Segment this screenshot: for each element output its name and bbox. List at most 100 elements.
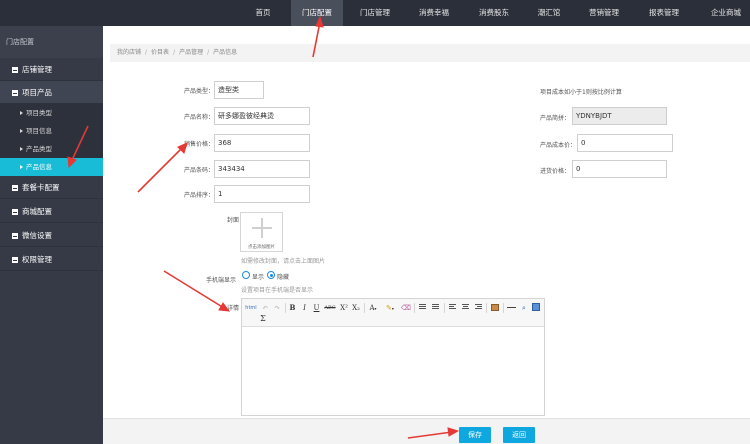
back-button[interactable]: 返回 (503, 427, 535, 443)
editor-toolbar: html ↶ ↷ B I U ABC X² X₂ A▾ ✎▾ ⌫ ⌕ Σ (242, 299, 544, 327)
toolbar-separator (364, 303, 365, 313)
product-type-field[interactable]: 造型类 (214, 81, 264, 99)
sidebar-item-product-info[interactable]: 产品信息 (0, 158, 103, 176)
highlight-icon[interactable]: ✎▾ (384, 303, 396, 313)
topnav-trend-hall[interactable]: 潮汇馆 (534, 0, 564, 26)
purchase-price-label: 进货价格： (540, 168, 571, 175)
mobile-hide-label: 隐藏 (277, 274, 290, 281)
product-name-field[interactable]: 研多娜盈彼经典烫 (214, 107, 310, 125)
breadcrumb-item: 产品信息 (213, 49, 238, 56)
image-icon[interactable] (491, 304, 499, 311)
html-source-icon[interactable]: html (245, 303, 257, 313)
sidebar-item-label: 项目信息 (26, 127, 52, 135)
cost-price-label: 产品成本价： (540, 142, 577, 149)
topnav-enterprise-mall[interactable]: 企业商城 (704, 0, 748, 26)
breadcrumb-separator: / (207, 49, 210, 56)
topnav-reports[interactable]: 报表管理 (644, 0, 684, 26)
sidebar-group-package-card[interactable]: 套餐卡配置 (0, 176, 103, 199)
sale-price-field[interactable]: 368 (214, 134, 310, 152)
mobile-hide-radio[interactable] (267, 271, 275, 279)
bold-icon[interactable]: B (288, 303, 297, 313)
dropdown-arrow-icon: ▾ (374, 306, 377, 311)
undo-icon[interactable]: ↶ (260, 303, 270, 313)
arrow-sale-price (137, 146, 184, 193)
sidebar-group-label: 权限管理 (22, 255, 52, 264)
align-right-icon[interactable] (475, 304, 482, 311)
toolbar-separator (414, 303, 415, 313)
product-code-label: 产品简拼： (540, 115, 571, 122)
toolbar-separator (486, 303, 487, 313)
sidebar-group-label: 套餐卡配置 (22, 183, 60, 192)
sort-field[interactable]: 1 (214, 185, 310, 203)
breadcrumb-item[interactable]: 产品管理 (179, 49, 203, 56)
topnav-home[interactable]: 首页 (248, 0, 278, 26)
topnav-store-config[interactable]: 门店配置 (291, 0, 343, 26)
barcode-field[interactable]: 343434 (214, 160, 310, 178)
topnav-consume-shareholder[interactable]: 消费股东 (474, 0, 514, 26)
underline-icon[interactable]: U (312, 303, 321, 313)
sidebar-item-label: 产品信息 (26, 163, 52, 171)
breadcrumb: 我的店铺 / 价目表 / 产品管理 / 产品信息 (110, 44, 750, 62)
strikethrough-icon[interactable]: ABC (324, 303, 336, 313)
ordered-list-icon[interactable] (419, 304, 426, 311)
sidebar-group-mall[interactable]: 商城配置 (0, 200, 103, 223)
align-center-icon[interactable] (462, 304, 469, 311)
sort-label: 产品排序： (184, 192, 215, 199)
sidebar-group-label: 店铺管理 (22, 65, 52, 74)
product-type-label: 产品类型： (184, 88, 215, 95)
breadcrumb-item[interactable]: 我的店铺 (117, 49, 141, 56)
plus-square-icon (12, 209, 18, 215)
subscript-icon[interactable]: X₂ (351, 303, 361, 313)
topnav-consume-happiness[interactable]: 消费幸福 (414, 0, 454, 26)
search-icon[interactable]: ⌕ (519, 303, 529, 313)
superscript-icon[interactable]: X² (339, 303, 349, 313)
unordered-list-icon[interactable] (432, 304, 439, 311)
topnav-marketing[interactable]: 营销管理 (584, 0, 624, 26)
sidebar-item-label: 项目类型 (26, 109, 52, 117)
sidebar-group-permissions[interactable]: 权限管理 (0, 248, 103, 271)
breadcrumb-item[interactable]: 价目表 (151, 49, 169, 56)
sidebar-group-products[interactable]: 项目产品 (0, 81, 103, 104)
sidebar-title: 门店配置 (0, 26, 103, 58)
caret-right-icon (20, 147, 23, 151)
toolbar-separator (285, 303, 286, 313)
mobile-display-label: 手机端显示 (206, 277, 237, 284)
top-navbar: 首页 门店配置 门店管理 消费幸福 消费股东 潮汇馆 营销管理 报表管理 企业商… (0, 0, 750, 26)
plus-icon-bar (252, 227, 272, 229)
detail-label: 详情 (227, 305, 240, 312)
sidebar-group-store[interactable]: 店铺管理 (0, 58, 103, 81)
horizontal-rule-icon[interactable] (507, 307, 516, 308)
cost-note: 项目成本如小于1则按比例计算 (540, 89, 622, 96)
font-color-icon[interactable]: A▾ (367, 303, 379, 313)
rich-text-editor[interactable]: html ↶ ↷ B I U ABC X² X₂ A▾ ✎▾ ⌫ ⌕ Σ (241, 298, 545, 416)
plus-square-icon (12, 233, 18, 239)
sidebar-group-label: 微信设置 (22, 231, 52, 240)
italic-icon[interactable]: I (300, 303, 309, 313)
cover-upload-text: 点击添加图片 (248, 245, 275, 250)
save-button[interactable]: 保存 (459, 427, 491, 443)
product-name-label: 产品名称： (184, 114, 215, 121)
caret-right-icon (20, 129, 23, 133)
sigma-icon[interactable]: Σ (258, 314, 268, 324)
cost-price-field[interactable]: 0 (577, 134, 673, 152)
cover-upload[interactable]: 点击添加图片 (240, 212, 283, 252)
caret-right-icon (20, 111, 23, 115)
sidebar-item-product-type[interactable]: 产品类型 (0, 140, 103, 158)
editor-content-area[interactable] (242, 328, 544, 415)
align-left-icon[interactable] (449, 304, 456, 311)
cover-hint: 如需修改封面，请点击上面图片 (241, 258, 326, 265)
redo-icon[interactable]: ↷ (272, 303, 282, 313)
sidebar-group-label: 商城配置 (22, 207, 52, 216)
purchase-price-field[interactable]: 0 (572, 160, 667, 178)
sidebar-item-project-type[interactable]: 项目类型 (0, 104, 103, 122)
mobile-show-radio[interactable] (242, 271, 250, 279)
plus-square-icon (12, 257, 18, 263)
table-icon[interactable] (532, 303, 540, 311)
sidebar-group-wechat[interactable]: 微信设置 (0, 224, 103, 247)
eraser-icon[interactable]: ⌫ (401, 303, 411, 313)
sidebar-item-project-info[interactable]: 项目信息 (0, 122, 103, 140)
topnav-store-management[interactable]: 门店管理 (352, 0, 398, 26)
sale-price-label: 销售价格： (184, 141, 215, 148)
barcode-label: 产品条码： (184, 167, 215, 174)
caret-right-icon (20, 165, 23, 169)
